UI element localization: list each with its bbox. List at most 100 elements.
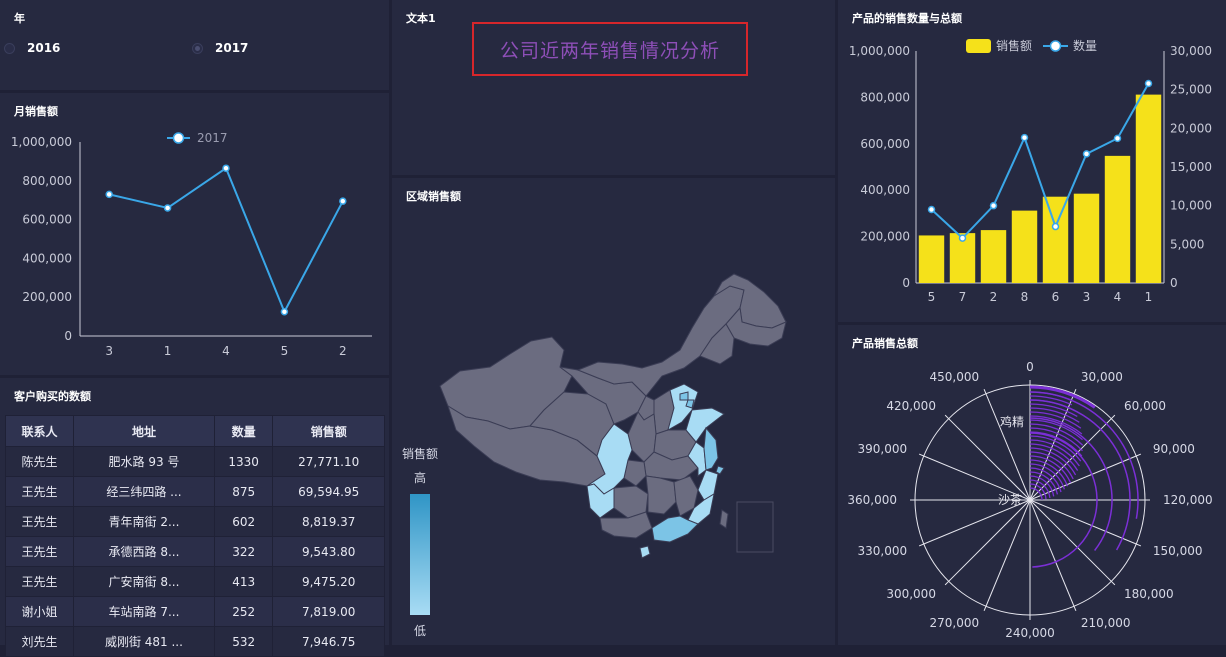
table-row[interactable]: 王先生 承德西路 8... 322 9,543.80 — [5, 536, 385, 567]
cell-quantity: 602 — [213, 506, 274, 537]
x-tick-label: 5 — [281, 344, 289, 358]
cell-contact: 刘先生 — [5, 626, 74, 657]
map-region-tianjin[interactable] — [685, 399, 695, 409]
customers-title: 客户购买的数额 — [14, 390, 91, 403]
table-header-row: 联系人 地址 数量 销售额 — [5, 415, 385, 447]
angle-tick-label: 120,000 — [1163, 493, 1213, 507]
product-qty-amount-chart: 0 200,000 400,000 600,000 800,000 1,000,000 0 5… — [849, 38, 1212, 304]
table-row[interactable]: 王先生 青年南街 2... 602 8,819.37 — [5, 506, 385, 537]
map-region-jiangsu[interactable] — [703, 426, 719, 471]
cell-address: 承德西路 8... — [72, 536, 215, 567]
polar-spoke — [948, 499, 1031, 582]
angle-tick-label: 210,000 — [1081, 616, 1131, 630]
data-point — [1082, 150, 1091, 158]
legend-label: 销售额 — [996, 38, 1032, 53]
cell-quantity: 532 — [213, 626, 274, 657]
cell-quantity: 322 — [213, 536, 274, 567]
left-tick-label: 800,000 — [860, 90, 910, 104]
x-tick-label: 2 — [990, 290, 998, 304]
angle-tick-label: 0 — [1026, 360, 1034, 374]
polar-tick — [983, 606, 987, 612]
bar-sales-amount — [1135, 94, 1162, 283]
map-region-taiwan[interactable] — [719, 509, 729, 529]
cell-contact: 王先生 — [5, 566, 74, 597]
cell-sales: 7,946.75 — [272, 626, 385, 657]
column-header-sales[interactable]: 销售额 — [272, 415, 385, 447]
polar-tick — [1110, 414, 1116, 420]
bar-sales-amount — [1011, 210, 1038, 283]
polar-tick — [918, 453, 924, 457]
bar-sales-amount — [918, 235, 945, 283]
polar-tick — [1136, 453, 1142, 457]
legend-bar-icon — [966, 39, 991, 53]
year-option-2017[interactable]: 2017 — [192, 41, 248, 55]
right-tick-label: 10,000 — [1170, 199, 1212, 213]
table-row[interactable]: 刘先生 威刚街 481 ... 532 7,946.75 — [5, 626, 385, 657]
x-tick-label: 5 — [928, 290, 936, 304]
map-region-zhejiang[interactable] — [697, 469, 719, 501]
angle-tick-label: 90,000 — [1153, 442, 1195, 456]
cell-contact: 陈先生 — [5, 446, 74, 477]
cell-address: 肥水路 93 号 — [72, 446, 215, 477]
polar-tick — [983, 388, 987, 394]
x-tick-label: 1 — [164, 344, 172, 358]
map-region-hunan[interactable] — [645, 475, 677, 515]
category-label: 鸡精 — [1000, 414, 1024, 429]
product-qty-amount-panel: 产品的销售数量与总额 0 200,000 400,000 600,000 800,000… — [838, 0, 1226, 322]
angle-tick-label: 180,000 — [1124, 587, 1174, 601]
year-option-2016[interactable]: 2016 — [4, 41, 60, 55]
table-row[interactable]: 王先生 广安南街 8... 413 9,475.20 — [5, 566, 385, 597]
radio-selected-icon — [192, 42, 203, 54]
x-tick-label: 6 — [1052, 290, 1060, 304]
map-region-hainan[interactable] — [639, 545, 651, 559]
x-tick-label: 4 — [1114, 290, 1122, 304]
legend-label: 2017 — [197, 131, 228, 145]
text-panel-title: 文本1 — [406, 12, 436, 25]
legend-marker-icon — [1049, 40, 1062, 52]
x-tick-label: 2 — [339, 344, 347, 358]
angle-tick-label: 150,000 — [1153, 544, 1203, 558]
right-tick-label: 0 — [1170, 276, 1178, 290]
bar-sales-amount — [1104, 155, 1131, 283]
category-label: 沙茶 — [998, 492, 1022, 507]
bar-sales-amount — [980, 230, 1007, 283]
left-tick-label: 400,000 — [860, 183, 910, 197]
y-tick-label: 0 — [64, 329, 72, 343]
dashboard-headline: 公司近两年销售情况分析 — [472, 22, 748, 76]
cell-sales: 27,771.10 — [272, 446, 385, 477]
china-map[interactable] — [392, 178, 835, 645]
polar-spoke — [1029, 499, 1112, 582]
angle-tick-label: 60,000 — [1124, 399, 1166, 413]
cell-sales: 8,819.37 — [272, 506, 385, 537]
year-option-label: 2017 — [215, 41, 249, 55]
left-tick-label: 0 — [902, 276, 910, 290]
cell-address: 车站南路 7... — [72, 596, 215, 627]
cell-address: 经三纬四路 ... — [72, 476, 215, 507]
polar-tick — [944, 580, 950, 586]
data-point — [989, 201, 998, 210]
table-row[interactable]: 谢小姐 车站南路 7... 252 7,819.00 — [5, 596, 385, 627]
year-panel-title: 年 — [14, 12, 25, 25]
data-point — [927, 205, 936, 214]
product-sales-total-chart: 0 30,000 60,000 90,000 120,000 150,000 180,000… — [847, 360, 1213, 640]
table-row[interactable]: 陈先生 肥水路 93 号 1330 27,771.10 — [5, 446, 385, 477]
right-tick-label: 15,000 — [1170, 160, 1212, 174]
column-header-address[interactable]: 地址 — [72, 415, 215, 447]
column-header-quantity[interactable]: 数量 — [213, 415, 274, 447]
cell-sales: 7,819.00 — [272, 596, 385, 627]
cell-sales: 69,594.95 — [272, 476, 385, 507]
polar-tick — [1073, 606, 1077, 612]
x-tick-label: 3 — [105, 344, 113, 358]
polar-tick — [944, 414, 950, 420]
cell-sales: 9,543.80 — [272, 536, 385, 567]
product-sales-total-panel: 产品销售总额 0 30,000 60,000 90,000 120,000 150,000… — [838, 325, 1226, 645]
x-tick-label: 3 — [1083, 290, 1091, 304]
table-row[interactable]: 王先生 经三纬四路 ... 875 69,594.95 — [5, 476, 385, 507]
column-header-contact[interactable]: 联系人 — [5, 415, 74, 447]
year-panel: 年 2016 2017 — [0, 0, 389, 90]
map-region-beijing[interactable] — [679, 391, 689, 401]
angle-tick-label: 360,000 — [847, 493, 897, 507]
series-line-2017 — [108, 166, 344, 315]
data-point — [339, 197, 347, 205]
map-region-shanghai[interactable] — [715, 465, 725, 475]
